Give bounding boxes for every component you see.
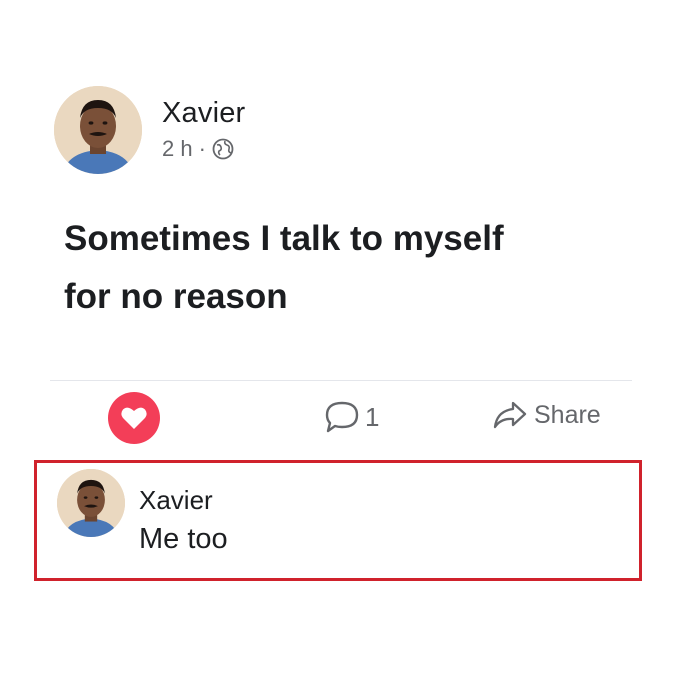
share-button[interactable]: Share [492,400,601,430]
comment-bubble-icon [325,401,359,433]
divider [50,380,632,381]
post-author-name[interactable]: Xavier [162,96,245,130]
share-label: Share [534,400,601,429]
avatar[interactable] [54,86,142,174]
post-text-line: Sometimes I talk to myself [64,219,504,258]
comment-count: 1 [365,401,380,432]
share-arrow-icon [493,401,527,429]
avatar-image [57,469,125,537]
post-timestamp[interactable]: 2 h [162,136,193,162]
meta-separator: · [198,136,206,161]
post-text-line: for no reason [64,277,288,316]
heart-icon [121,407,147,429]
avatar-image [54,86,142,174]
globe-icon [212,138,234,160]
post-header: Xavier 2 h · [54,86,245,174]
post-text: Sometimes I talk to myself for no reason [64,210,624,326]
comment-text: Me too [139,523,228,555]
post-meta: Xavier 2 h · [162,86,245,162]
action-bar: 1 Share [0,390,680,444]
comment-body: Xavier Me too [139,469,228,555]
comment-avatar[interactable] [57,469,125,537]
comment: Xavier Me too [57,469,228,555]
comment-author-name[interactable]: Xavier [139,485,228,515]
like-button[interactable] [108,392,160,444]
post-meta-line: 2 h · [162,136,245,162]
comment-button[interactable]: 1 [324,400,379,434]
comment-highlight-box: Xavier Me too [34,460,642,581]
